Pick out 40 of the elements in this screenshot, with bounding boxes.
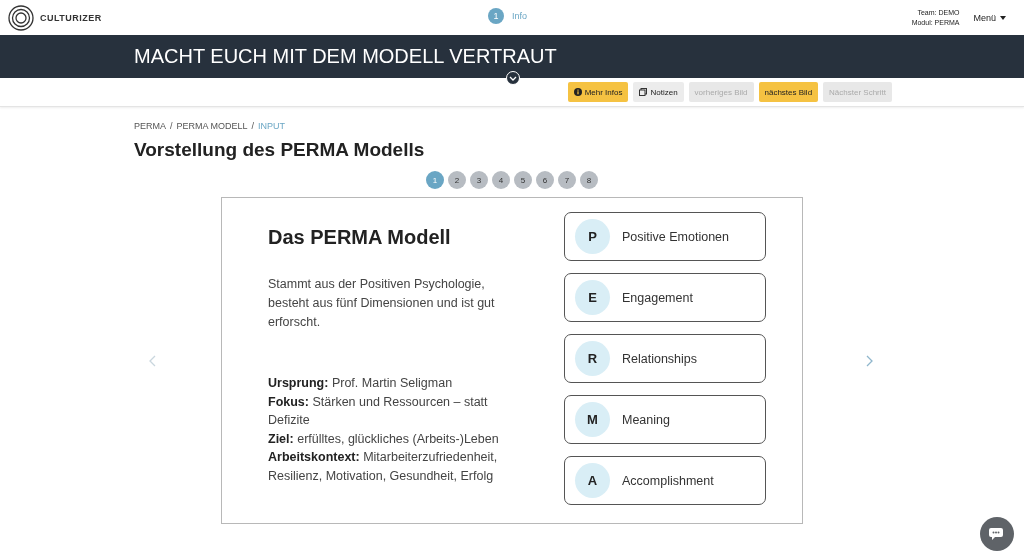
page-dot[interactable]: 8 (580, 171, 598, 189)
breadcrumb-separator: / (170, 121, 173, 131)
slide-title: Das PERMA Modell (268, 226, 452, 249)
logo-text: CULTURIZER (40, 12, 102, 23)
banner-title: MACHT EUCH MIT DEM MODELL VERTRAUT (134, 45, 557, 68)
fact-text: Ziel: erfülltes, glückliches (Arbeits-)Leben (268, 430, 500, 448)
page-dot[interactable]: 7 (558, 171, 576, 189)
dimension-label: Meaning (622, 412, 670, 427)
breadcrumb-separator: / (251, 121, 255, 131)
caret-icon (1000, 15, 1006, 20)
page-dot[interactable]: 4 (492, 171, 510, 189)
breadcrumb-item[interactable]: PERMA (134, 121, 166, 131)
fact-text: Ursprung: Prof. Martin Seligman (268, 375, 454, 392)
page-dot[interactable]: 6 (536, 171, 554, 189)
toolbar-button[interactable]: nächstes Bild (758, 82, 819, 102)
dimension-letter: A (575, 463, 610, 498)
page-title: Vorstellung des PERMA Modells (134, 139, 426, 161)
logo-icon (8, 4, 34, 31)
dimension-label: Accomplishment (622, 473, 714, 488)
toolbar-button[interactable]: Mehr Infos (567, 82, 629, 102)
chat-button[interactable] (980, 517, 1014, 551)
dimension-label: Relationships (622, 351, 698, 366)
breadcrumb-item[interactable]: PERMA MODELL (176, 121, 248, 131)
dimension-letter: M (575, 402, 610, 437)
chat-icon (989, 527, 1005, 541)
page-dot[interactable]: 3 (470, 171, 488, 189)
fact-text: Arbeitskontext: Mitarbeiterzufriedenheit, Resilienz, Motivation, Gesundheit, Erfolg (268, 449, 499, 485)
slide-intro: Stammt aus der Positiven Psychologie, besteht aus fünf Dimensionen und ist gut erforscht. (268, 276, 496, 331)
dimension-letter: R (575, 341, 610, 376)
toolbar-button[interactable]: Notizen (633, 82, 684, 102)
page-dot[interactable]: 2 (448, 171, 466, 189)
dimension-label: Engagement (622, 290, 693, 305)
chevron-down-icon[interactable] (506, 71, 520, 85)
copy-icon (639, 88, 648, 96)
dimension-letter: P (575, 219, 610, 254)
menu-button[interactable]: Menü (973, 12, 1006, 23)
page-dot[interactable]: 5 (514, 171, 532, 189)
dimension-letter: E (575, 280, 610, 315)
info-icon (573, 88, 582, 96)
dimension-label: Positive Emotionen (622, 229, 729, 244)
